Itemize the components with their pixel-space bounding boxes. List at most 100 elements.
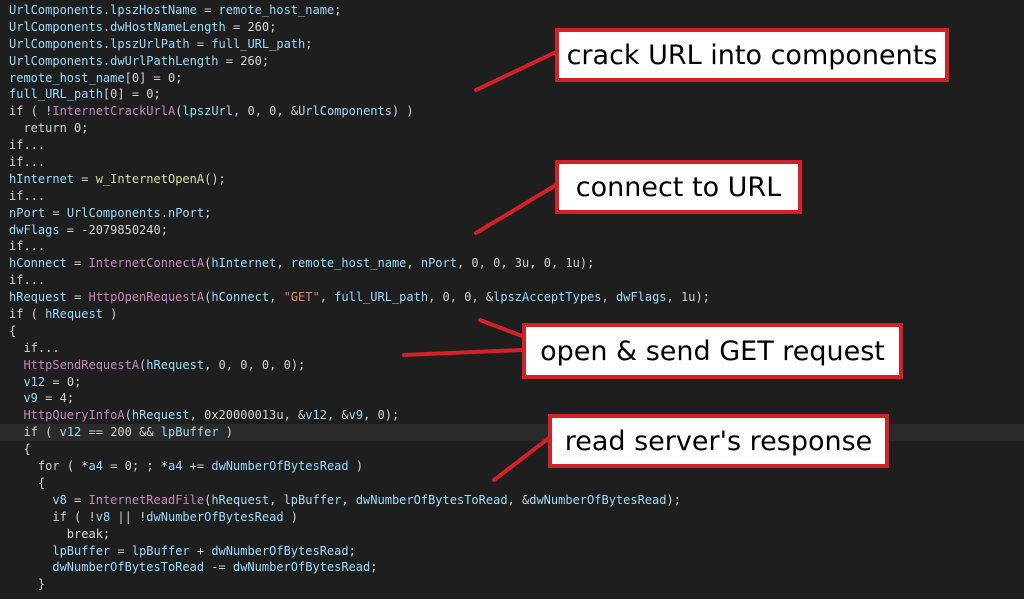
code-token: , <box>319 290 335 305</box>
code-token: lpBuffer <box>131 543 190 558</box>
code-token: = <box>110 543 132 558</box>
code-token: 0 <box>218 357 226 372</box>
code-token: nPort <box>9 205 46 220</box>
code-token: lpszAcceptTypes <box>493 290 602 305</box>
code-token: HttpSendRequestA <box>23 357 140 372</box>
code-line: if... <box>9 154 1024 171</box>
code-token: (); <box>204 171 226 186</box>
code-token: 0 <box>543 256 551 271</box>
code-token: if <box>9 104 24 119</box>
code-token: full_URL_path <box>9 87 103 102</box>
code-token: ; <box>160 222 168 237</box>
code-token: 0 <box>283 357 291 372</box>
code-token: lpszHostName <box>110 3 197 17</box>
callout-crack-url: crack URL into components <box>555 28 949 82</box>
code-token: ); <box>666 492 681 507</box>
code-token: , <box>269 492 284 507</box>
code-token: UrlComponents <box>66 205 161 220</box>
code-token: 3u <box>514 256 530 271</box>
code-token: ; <box>348 543 356 558</box>
code-token: [ <box>124 70 132 85</box>
code-token: hInternet <box>9 171 75 186</box>
code-line: break; <box>9 526 1024 543</box>
code-token: ; <box>261 53 270 68</box>
code-token: UrlComponents <box>9 36 103 51</box>
code-token: HttpOpenRequestA <box>88 290 205 305</box>
code-token: remote_host_name <box>9 70 125 85</box>
code-token: dwNumberOfBytesRead <box>232 560 371 575</box>
code-token: hRequest <box>211 492 270 507</box>
code-token: ) <box>218 425 234 440</box>
code-token: if <box>52 509 67 524</box>
code-token: if... <box>9 138 46 153</box>
code-token: , <box>363 408 378 423</box>
code-token: remote_host_name <box>290 256 407 271</box>
code-token: ; <box>66 391 75 406</box>
code-token: UrlComponents <box>9 3 103 17</box>
code-token: = <box>66 290 89 305</box>
code-token: ; <box>334 3 342 17</box>
code-token: ); <box>695 290 710 305</box>
code-line: full_URL_path[0] = 0; <box>9 86 1024 103</box>
code-token: ; <box>204 205 212 220</box>
code-token: dwNumberOfBytesRead <box>211 543 349 558</box>
code-token: ; <box>370 560 378 575</box>
code-token: v8 <box>95 509 111 524</box>
code-token: { <box>9 323 17 338</box>
code-token: "GET" <box>283 290 320 305</box>
code-token: InternetCrackUrlA <box>52 104 176 119</box>
code-token: } <box>37 577 46 592</box>
code-token: a4 <box>88 459 103 474</box>
code-token: dwFlags <box>9 222 60 237</box>
code-token: nPort <box>167 205 205 220</box>
code-token: v9 <box>348 408 364 423</box>
code-token: dwNumberOfBytesRead <box>211 459 349 474</box>
code-token: dwNumberOfBytesRead <box>529 492 667 507</box>
code-token: lpszUrl <box>182 104 233 119</box>
code-token: 0 <box>247 104 255 119</box>
code-token: ] = <box>139 70 168 85</box>
code-token: , <box>204 357 219 372</box>
code-token: + <box>189 543 212 558</box>
code-token: = <box>37 391 60 406</box>
code-token: ; <box>74 374 82 389</box>
code-view: UrlComponents. lpszHostName = remote_host… <box>0 0 1024 599</box>
code-line: } <box>9 576 1024 593</box>
code-token: lpBuffer <box>52 543 111 558</box>
code-token: ); <box>384 408 400 423</box>
code-token: ) ) <box>391 104 414 119</box>
code-token: remote_host_name <box>218 3 335 17</box>
code-token: = <box>218 53 241 68</box>
code-token: dwHostNameLength <box>110 19 226 34</box>
code-token: , <box>269 290 284 305</box>
code-token: ; <box>81 121 89 136</box>
code-token: 4 <box>59 391 67 406</box>
code-token: , <box>406 256 421 271</box>
code-token: 0 <box>377 408 385 423</box>
callout-connect-url: connect to URL <box>555 160 802 214</box>
code-line: v8 = InternetReadFile(hRequest, lpBuffer… <box>9 492 1024 509</box>
code-token: 0 <box>471 256 479 271</box>
code-token: if... <box>23 340 60 355</box>
code-token: ) <box>102 307 118 322</box>
code-token: 2079850240 <box>88 222 161 237</box>
code-token: v9 <box>23 391 38 406</box>
code-token: = <box>196 3 219 17</box>
code-token: , & <box>276 104 299 119</box>
code-token: hRequest <box>131 408 190 423</box>
code-token: if... <box>9 273 46 288</box>
code-token: full_URL_path <box>211 36 306 51</box>
code-token: hRequest <box>45 307 103 322</box>
code-token: = <box>66 256 89 271</box>
code-token: ; <box>175 70 183 85</box>
callout-label: open & send GET request <box>540 335 885 367</box>
